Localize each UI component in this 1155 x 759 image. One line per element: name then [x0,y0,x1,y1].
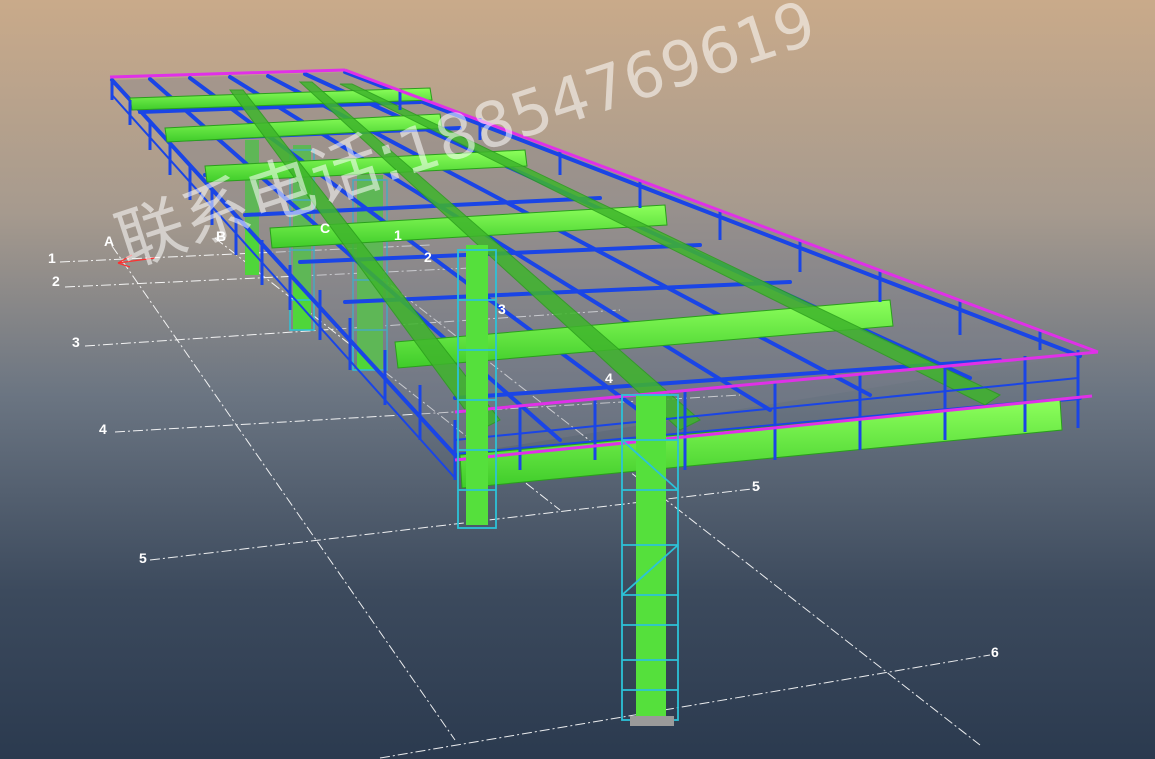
grid-label-4-right: 4 [605,370,613,386]
grid-label-4-left: 4 [99,421,107,437]
grid-label-2-right: 2 [424,249,432,265]
grid-label-5-left: 5 [139,550,147,566]
grid-label-5-right: 5 [752,478,760,494]
steel-structure-model: A B C 1 2 3 4 5 1 2 3 4 5 6 [48,68,1099,759]
grid-label-3-right: 3 [498,301,506,317]
grid-label-6: 6 [991,644,999,660]
grid-label-1-right: 1 [394,227,402,243]
grid-label-a: A [104,233,114,249]
grid-label-c: C [320,220,330,236]
grid-label-2-left: 2 [52,273,60,289]
grid-label-1-left: 1 [48,250,56,266]
grid-label-3-left: 3 [72,334,80,350]
grid-label-b: B [216,228,226,244]
axis-marker [117,254,156,268]
